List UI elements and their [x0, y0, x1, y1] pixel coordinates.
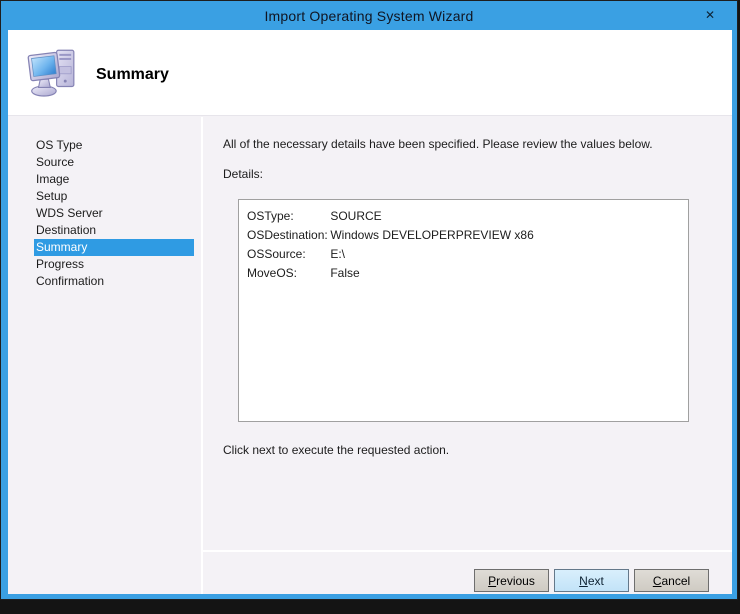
- cancel-button[interactable]: Cancel: [634, 569, 709, 592]
- steps-list: OS Type Source Image Setup WDS Server De…: [8, 137, 201, 290]
- details-box: OSType: SOURCE OSDestination: Windows DE…: [238, 199, 689, 422]
- previous-button-label: Previous: [488, 574, 535, 588]
- details-label: Details:: [223, 167, 263, 181]
- details-key: OSType:: [247, 207, 327, 226]
- details-value: SOURCE: [330, 209, 381, 223]
- details-row-ostype: OSType: SOURCE: [247, 207, 680, 226]
- details-key: MoveOS:: [247, 264, 327, 283]
- background-taskbar-strip: [0, 601, 740, 614]
- step-setup: Setup: [34, 188, 194, 205]
- step-wds-server: WDS Server: [34, 205, 194, 222]
- computer-icon: [24, 43, 82, 101]
- wizard-dialog: Import Operating System Wizard ✕: [0, 0, 738, 600]
- details-row-osdestination: OSDestination: Windows DEVELOPERPREVIEW …: [247, 226, 680, 245]
- details-value: E:\: [330, 247, 345, 261]
- details-row-ossource: OSSource: E:\: [247, 245, 680, 264]
- step-source: Source: [34, 154, 194, 171]
- wizard-header: Summary: [8, 30, 732, 116]
- main-pane: All of the necessary details have been s…: [203, 117, 732, 594]
- next-button[interactable]: Next: [554, 569, 629, 592]
- page-title: Summary: [96, 66, 169, 84]
- details-value: False: [330, 266, 359, 280]
- intro-text: All of the necessary details have been s…: [223, 137, 723, 151]
- footer-divider: [201, 550, 732, 552]
- step-image: Image: [34, 171, 194, 188]
- cancel-button-label: Cancel: [653, 574, 690, 588]
- details-value: Windows DEVELOPERPREVIEW x86: [330, 228, 533, 242]
- next-button-label: Next: [579, 574, 604, 588]
- close-icon[interactable]: ✕: [699, 5, 721, 25]
- details-row-moveos: MoveOS: False: [247, 264, 680, 283]
- step-progress: Progress: [34, 256, 194, 273]
- dialog-content: Summary OS Type Source Image Setup WDS S…: [8, 30, 732, 594]
- step-confirmation: Confirmation: [34, 273, 194, 290]
- footer-note: Click next to execute the requested acti…: [223, 443, 449, 457]
- step-summary-selected: Summary: [34, 239, 194, 256]
- previous-button[interactable]: Previous: [474, 569, 549, 592]
- step-os-type: OS Type: [34, 137, 194, 154]
- details-key: OSSource:: [247, 245, 327, 264]
- window-title: Import Operating System Wizard: [264, 8, 473, 24]
- titlebar: Import Operating System Wizard ✕: [1, 1, 737, 30]
- step-destination: Destination: [34, 222, 194, 239]
- wizard-steps-sidebar: OS Type Source Image Setup WDS Server De…: [8, 117, 201, 594]
- details-key: OSDestination:: [247, 226, 327, 245]
